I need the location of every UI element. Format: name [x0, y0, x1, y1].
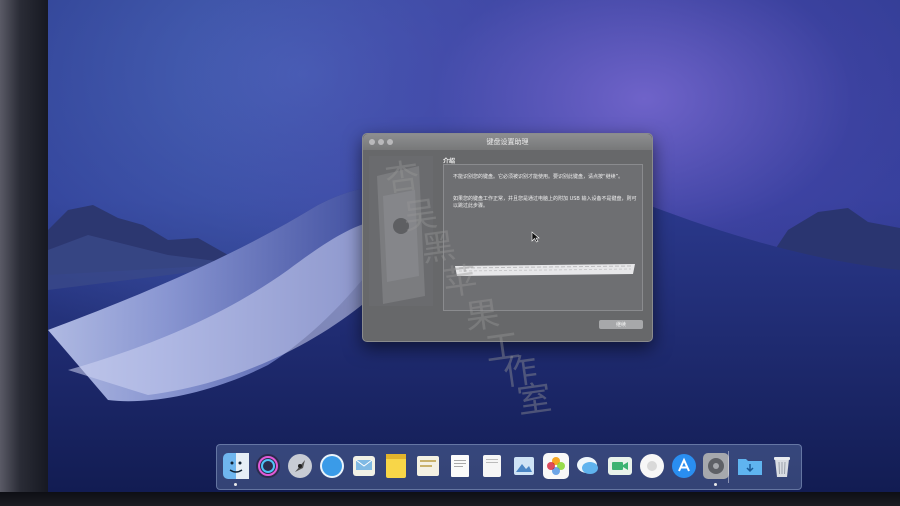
- title-bar[interactable]: 键盘设置助理: [363, 134, 652, 150]
- trash-icon[interactable]: [769, 453, 795, 479]
- notes-icon[interactable]: [383, 453, 409, 479]
- pages-icon[interactable]: [479, 453, 505, 479]
- continue-button[interactable]: 继续: [599, 320, 643, 329]
- stickies-icon[interactable]: [415, 453, 441, 479]
- keyboard-setup-assistant-window: 键盘设置助理 介绍 不能识别您的键盘。它必须被识别才能使用。要识别此键盘，请点按…: [362, 133, 653, 342]
- launchpad-icon[interactable]: [287, 453, 313, 479]
- monitor-bezel: [0, 0, 50, 506]
- app-store-icon[interactable]: [671, 453, 697, 479]
- intro-text: 不能识别您的键盘。它必须被识别才能使用。要识别此键盘，请点按“继续”。: [453, 174, 624, 180]
- running-indicator: [714, 483, 717, 486]
- dock: [216, 444, 802, 490]
- finder-icon[interactable]: [223, 453, 249, 479]
- dock-separator: [728, 451, 729, 483]
- running-indicator: [234, 483, 237, 486]
- skip-text: 如果您的键盘工作正常，并且您是通过电脑上的附加 USB 输入设备不是键盘，则可以…: [453, 196, 637, 209]
- siri-icon[interactable]: [255, 453, 281, 479]
- downloads-folder-icon[interactable]: [737, 453, 763, 479]
- monitor-bezel-bottom: [0, 492, 900, 506]
- mail-icon[interactable]: [351, 453, 377, 479]
- textedit-icon[interactable]: [447, 453, 473, 479]
- system-preferences-icon[interactable]: [703, 453, 729, 479]
- safari-icon[interactable]: [319, 453, 345, 479]
- photo-booth-icon[interactable]: [639, 453, 665, 479]
- window-title: 键盘设置助理: [486, 138, 529, 146]
- facetime-icon[interactable]: [607, 453, 633, 479]
- page-heading: 介绍: [443, 158, 456, 165]
- photos-icon[interactable]: [543, 453, 569, 479]
- messages-icon[interactable]: [575, 453, 601, 479]
- keyboard-assistant-artwork: [369, 156, 433, 306]
- preview-icon[interactable]: [511, 453, 537, 479]
- keyboard-illustration: [455, 264, 635, 276]
- content-panel: [443, 164, 643, 311]
- mouse-pointer-icon: [531, 231, 540, 243]
